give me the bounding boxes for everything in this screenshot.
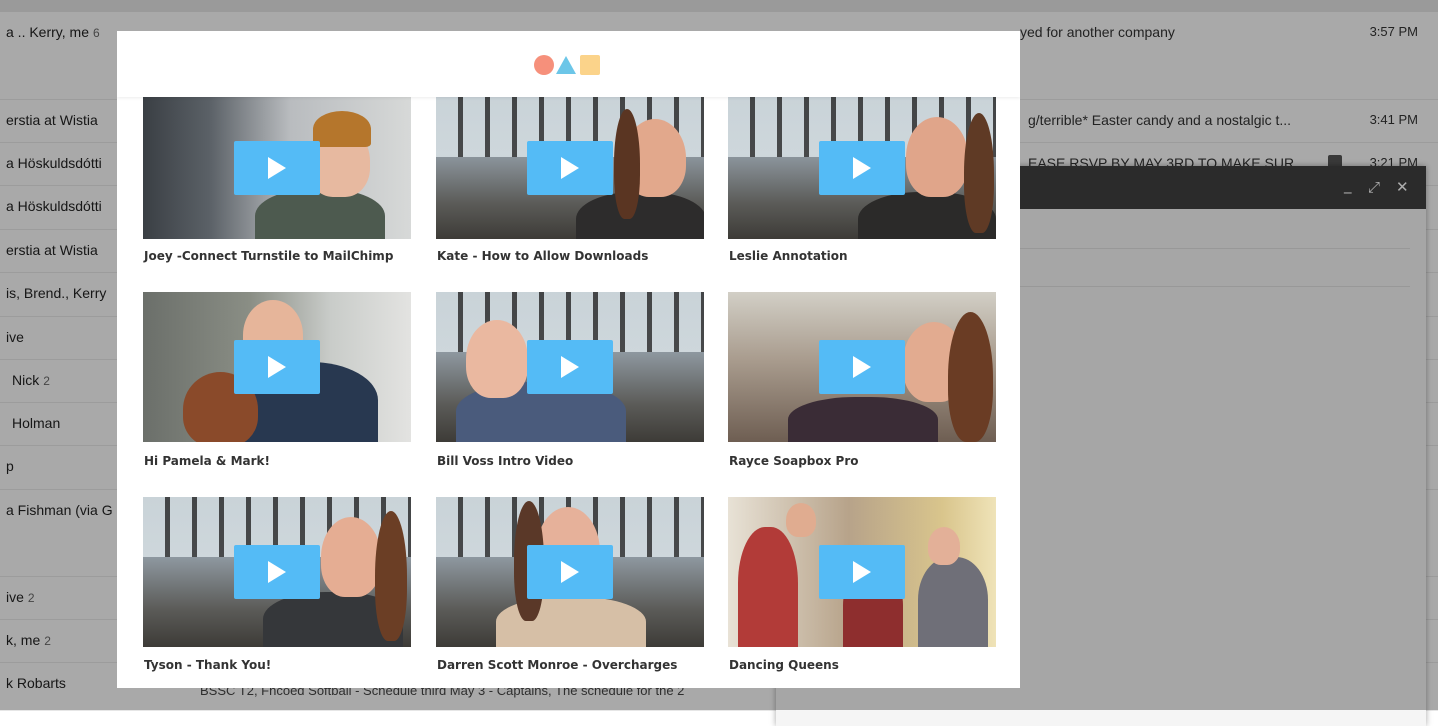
- play-button[interactable]: [527, 340, 613, 394]
- person-figure: [788, 397, 938, 442]
- video-picker-modal: Joey -Connect Turnstile to MailChimp Kat…: [117, 31, 1020, 688]
- beanie: [313, 111, 371, 147]
- video-thumbnail[interactable]: [143, 497, 411, 647]
- video-thumbnail[interactable]: [143, 97, 411, 239]
- play-button[interactable]: [234, 141, 320, 195]
- play-icon: [853, 356, 871, 378]
- logo-circle-icon: [534, 55, 554, 75]
- person-face: [321, 517, 381, 597]
- person-figure: [918, 557, 988, 647]
- video-card[interactable]: Joey -Connect Turnstile to MailChimp: [143, 97, 411, 267]
- video-card[interactable]: Dancing Queens: [728, 497, 996, 677]
- hair: [948, 312, 993, 442]
- person-face: [786, 503, 816, 537]
- person-face: [466, 320, 528, 398]
- play-icon: [561, 356, 579, 378]
- play-button[interactable]: [527, 545, 613, 599]
- play-icon: [268, 356, 286, 378]
- video-title: Leslie Annotation: [729, 249, 848, 263]
- play-icon: [268, 157, 286, 179]
- video-thumbnail[interactable]: [143, 292, 411, 442]
- video-title: Dancing Queens: [729, 658, 839, 672]
- video-thumbnail[interactable]: [436, 497, 704, 647]
- video-title: Joey -Connect Turnstile to MailChimp: [144, 249, 394, 263]
- video-title: Bill Voss Intro Video: [437, 454, 574, 468]
- person-figure: [255, 189, 385, 239]
- play-button[interactable]: [819, 340, 905, 394]
- video-card[interactable]: Tyson - Thank You!: [143, 497, 411, 677]
- video-card[interactable]: Hi Pamela & Mark!: [143, 292, 411, 472]
- play-button[interactable]: [819, 141, 905, 195]
- video-title: Rayce Soapbox Pro: [729, 454, 859, 468]
- play-icon: [561, 157, 579, 179]
- play-button[interactable]: [234, 545, 320, 599]
- person-face: [928, 527, 960, 565]
- play-icon: [561, 561, 579, 583]
- play-button[interactable]: [819, 545, 905, 599]
- video-card[interactable]: Leslie Annotation: [728, 97, 996, 267]
- video-card[interactable]: Rayce Soapbox Pro: [728, 292, 996, 472]
- play-icon: [268, 561, 286, 583]
- video-title: Darren Scott Monroe - Overcharges: [437, 658, 678, 672]
- video-thumbnail[interactable]: [728, 292, 996, 442]
- hair: [964, 113, 994, 233]
- modal-header: [117, 31, 1020, 97]
- video-thumbnail[interactable]: [728, 97, 996, 239]
- person-face: [906, 117, 968, 197]
- video-thumbnail[interactable]: [728, 497, 996, 647]
- logo-square-icon: [580, 55, 600, 75]
- video-title: Kate - How to Allow Downloads: [437, 249, 649, 263]
- hair: [375, 511, 407, 641]
- logo-triangle-icon: [556, 56, 576, 74]
- person-figure: [738, 527, 798, 647]
- video-thumbnail[interactable]: [436, 292, 704, 442]
- hair: [614, 109, 640, 219]
- play-icon: [853, 561, 871, 583]
- wistia-logo: [534, 54, 604, 76]
- video-card[interactable]: Bill Voss Intro Video: [436, 292, 704, 472]
- video-title: Tyson - Thank You!: [144, 658, 272, 672]
- video-thumbnail[interactable]: [436, 97, 704, 239]
- video-title: Hi Pamela & Mark!: [144, 454, 270, 468]
- person-figure: [576, 192, 704, 239]
- play-button[interactable]: [234, 340, 320, 394]
- video-card[interactable]: Darren Scott Monroe - Overcharges: [436, 497, 704, 677]
- play-button[interactable]: [527, 141, 613, 195]
- play-icon: [853, 157, 871, 179]
- video-card[interactable]: Kate - How to Allow Downloads: [436, 97, 704, 267]
